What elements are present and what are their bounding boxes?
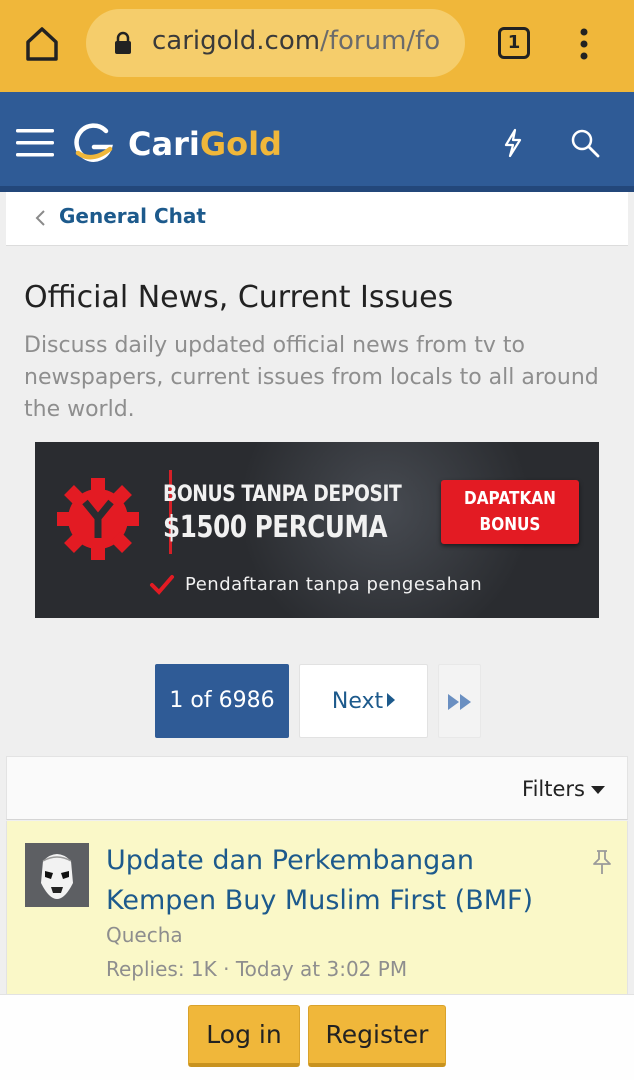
tab-switcher-icon[interactable]: 1	[498, 27, 530, 59]
next-label: Next	[331, 689, 384, 714]
filters-button[interactable]: Filters	[522, 777, 585, 801]
address-bar[interactable]: carigold.com/forum/fo	[86, 9, 465, 77]
thread-author[interactable]: Quecha	[106, 923, 183, 947]
thread-title-link[interactable]: Update dan Perkembangan Kempen Buy Musli…	[106, 841, 556, 921]
triangle-right-icon	[387, 693, 396, 707]
avatar[interactable]	[25, 843, 89, 907]
fast-forward-icon	[448, 694, 471, 710]
stormtrooper-avatar-icon	[25, 843, 89, 907]
home-icon[interactable]	[22, 24, 62, 64]
breadcrumb[interactable]: General Chat	[6, 192, 628, 246]
breadcrumb-link-general-chat[interactable]: General Chat	[59, 204, 206, 228]
logo-wordmark: CariGold	[128, 125, 282, 163]
thumbtack-icon	[593, 850, 611, 874]
hamburger-menu-icon[interactable]	[16, 128, 54, 158]
login-bar: Log in Register	[0, 994, 634, 1080]
thread-row[interactable]: Update dan Perkembangan Kempen Buy Musli…	[6, 821, 628, 996]
ad-cta-line2: BONUS	[479, 514, 541, 535]
ad-cta-line1: DAPATKAN	[464, 488, 556, 509]
next-page-button[interactable]: Next	[299, 664, 428, 738]
browser-toolbar: carigold.com/forum/fo 1	[0, 0, 634, 92]
site-header: CariGold	[0, 92, 634, 192]
carigold-logo[interactable]: CariGold	[70, 123, 290, 163]
forum-description: Discuss daily updated official news from…	[24, 333, 599, 422]
register-button[interactable]: Register	[308, 1005, 446, 1067]
logo-mark-icon	[74, 123, 113, 162]
lock-icon	[115, 31, 131, 54]
gear-logo-icon	[57, 478, 139, 560]
ad-headline: BONUS TANPA DEPOSIT	[163, 482, 402, 507]
thread-meta: Replies: 1K · Today at 3:02 PM	[106, 957, 408, 981]
page-title: Official News, Current Issues	[24, 280, 454, 315]
page-indicator[interactable]: 1 of 6986	[155, 664, 289, 738]
ad-banner[interactable]: BONUS TANPA DEPOSIT $1500 PERCUMA DAPATK…	[35, 442, 599, 618]
search-icon[interactable]	[570, 128, 600, 158]
ad-subline: Pendaftaran tanpa pengesahan	[185, 574, 483, 595]
ad-amount: $1500 PERCUMA	[163, 510, 388, 545]
url-text: carigold.com/forum/fo	[152, 26, 441, 56]
filter-bar: Filters	[6, 756, 628, 820]
caret-down-icon[interactable]	[591, 786, 605, 794]
lightning-bolt-icon[interactable]	[502, 128, 524, 158]
checkmark-icon	[150, 575, 174, 595]
chevron-left-icon	[35, 210, 45, 226]
login-button[interactable]: Log in	[188, 1005, 300, 1067]
ad-cta-button[interactable]: DAPATKAN BONUS	[441, 480, 579, 544]
last-page-button[interactable]	[438, 664, 481, 738]
overflow-menu-icon[interactable]	[576, 24, 592, 64]
